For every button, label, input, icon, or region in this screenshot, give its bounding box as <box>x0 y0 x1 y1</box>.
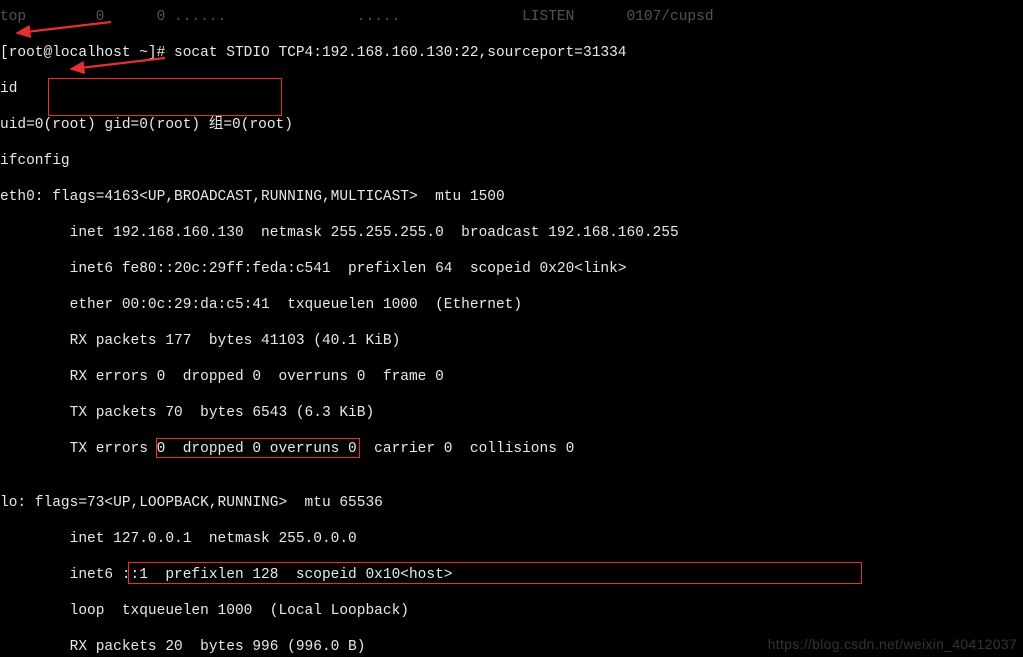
eth0-tx-err: TX errors 0 dropped 0 overruns 0 carrier… <box>0 440 1023 458</box>
terminal[interactable]: top 0 0 ...... ..... LISTEN 0107/cupsd [… <box>0 0 1023 657</box>
cmd-ifconfig: ifconfig <box>0 152 1023 170</box>
lo-rx-pkts: RX packets 20 bytes 996 (996.0 B) <box>0 638 1023 656</box>
eth0-inet6: inet6 fe80::20c:29ff:feda:c541 prefixlen… <box>0 260 1023 278</box>
prompt: [root@localhost ~]# <box>0 45 174 61</box>
lo-inet: inet 127.0.0.1 netmask 255.0.0.0 <box>0 530 1023 548</box>
eth0-rx-err: RX errors 0 dropped 0 overruns 0 frame 0 <box>0 368 1023 386</box>
output-id: uid=0(root) gid=0(root) 组=0(root) <box>0 116 1023 134</box>
cmd-id: id <box>0 80 1023 98</box>
lo-loop: loop txqueuelen 1000 (Local Loopback) <box>0 602 1023 620</box>
command-socat: socat STDIO TCP4:192.168.160.130:22,sour… <box>174 45 626 61</box>
partial-cut-line: top 0 0 ...... ..... LISTEN 0107/cupsd <box>0 8 1023 26</box>
eth0-ether: ether 00:0c:29:da:c5:41 txqueuelen 1000 … <box>0 296 1023 314</box>
eth0-inet: inet 192.168.160.130 netmask 255.255.255… <box>0 224 1023 242</box>
eth0-flags: eth0: flags=4163<UP,BROADCAST,RUNNING,MU… <box>0 188 1023 206</box>
lo-flags: lo: flags=73<UP,LOOPBACK,RUNNING> mtu 65… <box>0 494 1023 512</box>
eth0-tx-pkts: TX packets 70 bytes 6543 (6.3 KiB) <box>0 404 1023 422</box>
eth0-rx-pkts: RX packets 177 bytes 41103 (40.1 KiB) <box>0 332 1023 350</box>
prompt-line-1: [root@localhost ~]# socat STDIO TCP4:192… <box>0 44 1023 62</box>
lo-inet6: inet6 ::1 prefixlen 128 scopeid 0x10<hos… <box>0 566 1023 584</box>
